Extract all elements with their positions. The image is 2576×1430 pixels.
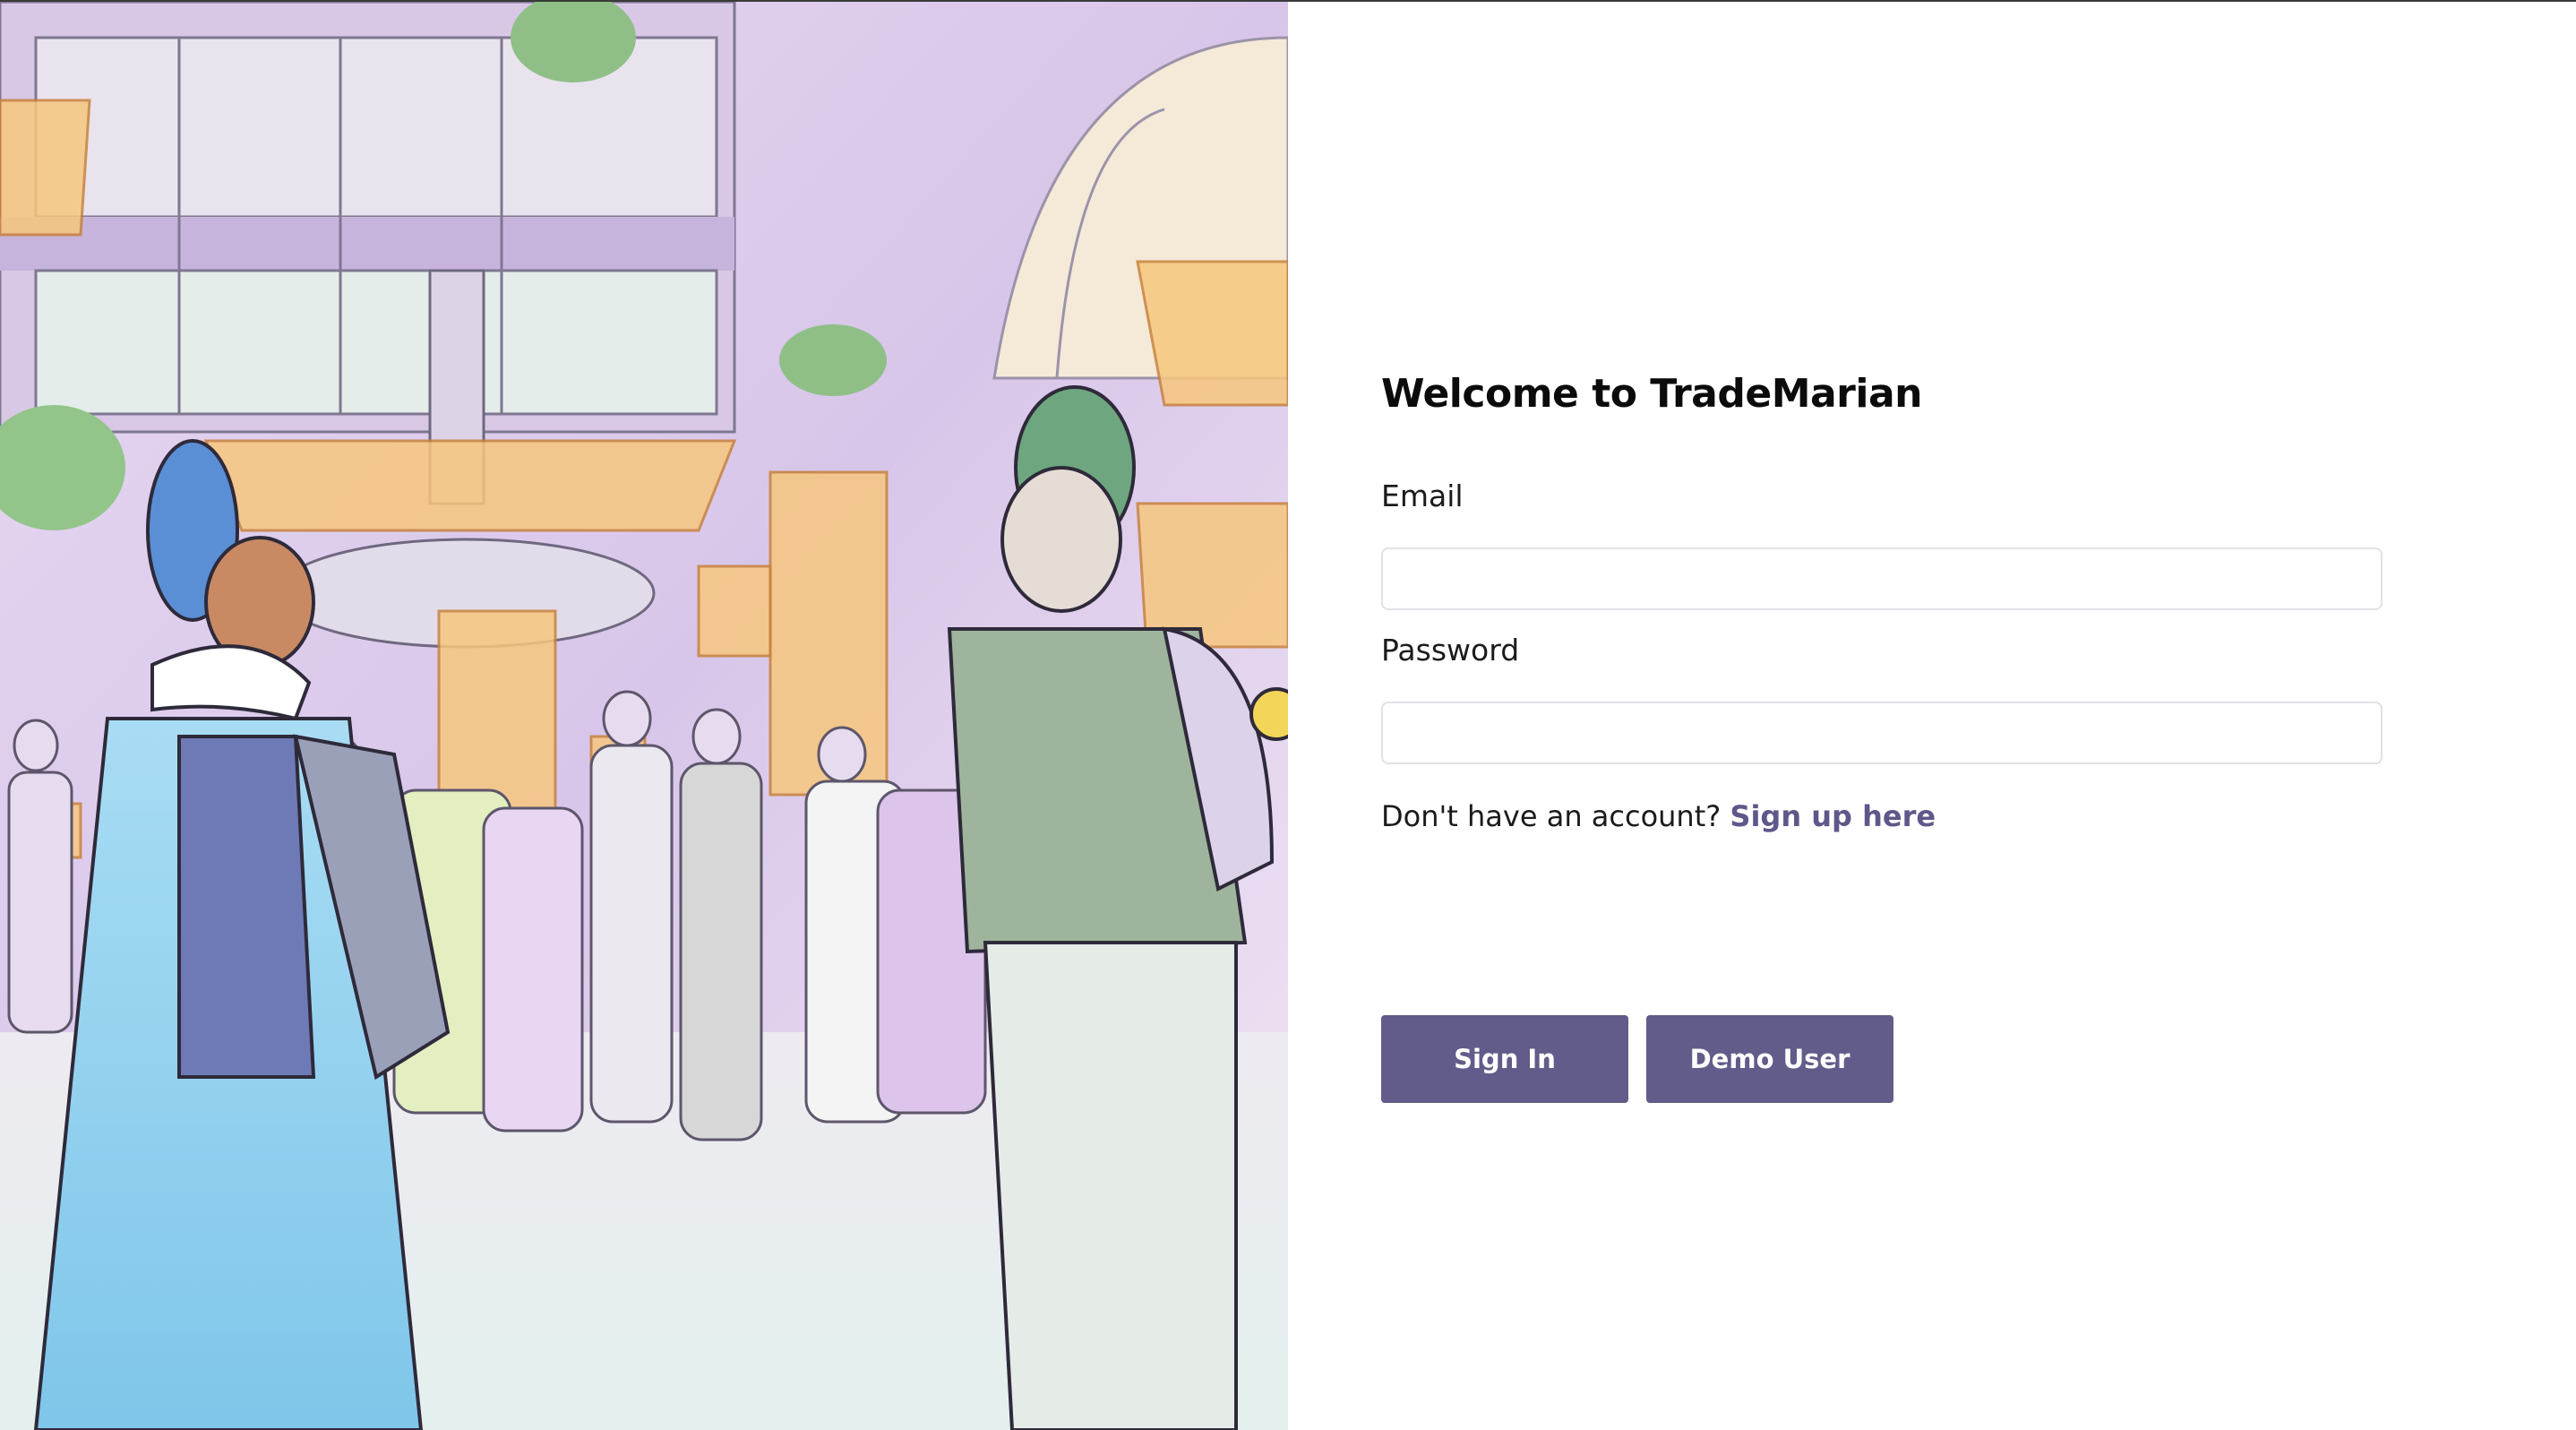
signup-prompt-line: Don't have an account? Sign up here [1381, 799, 1936, 833]
email-label: Email [1381, 478, 1464, 513]
password-label: Password [1381, 633, 1520, 668]
signup-link[interactable]: Sign up here [1730, 799, 1936, 833]
password-field[interactable] [1381, 702, 2383, 764]
login-form-panel: Welcome to TradeMarian Email Password Do… [1288, 2, 2576, 1430]
email-field[interactable] [1381, 547, 2383, 610]
sign-in-button[interactable]: Sign In [1381, 1015, 1628, 1103]
page-title: Welcome to TradeMarian [1381, 371, 1922, 417]
hero-illustration [0, 2, 1288, 1430]
signup-prompt-text: Don't have an account? [1381, 799, 1722, 833]
demo-user-button[interactable]: Demo User [1646, 1015, 1893, 1103]
login-page: Welcome to TradeMarian Email Password Do… [0, 0, 2576, 1430]
